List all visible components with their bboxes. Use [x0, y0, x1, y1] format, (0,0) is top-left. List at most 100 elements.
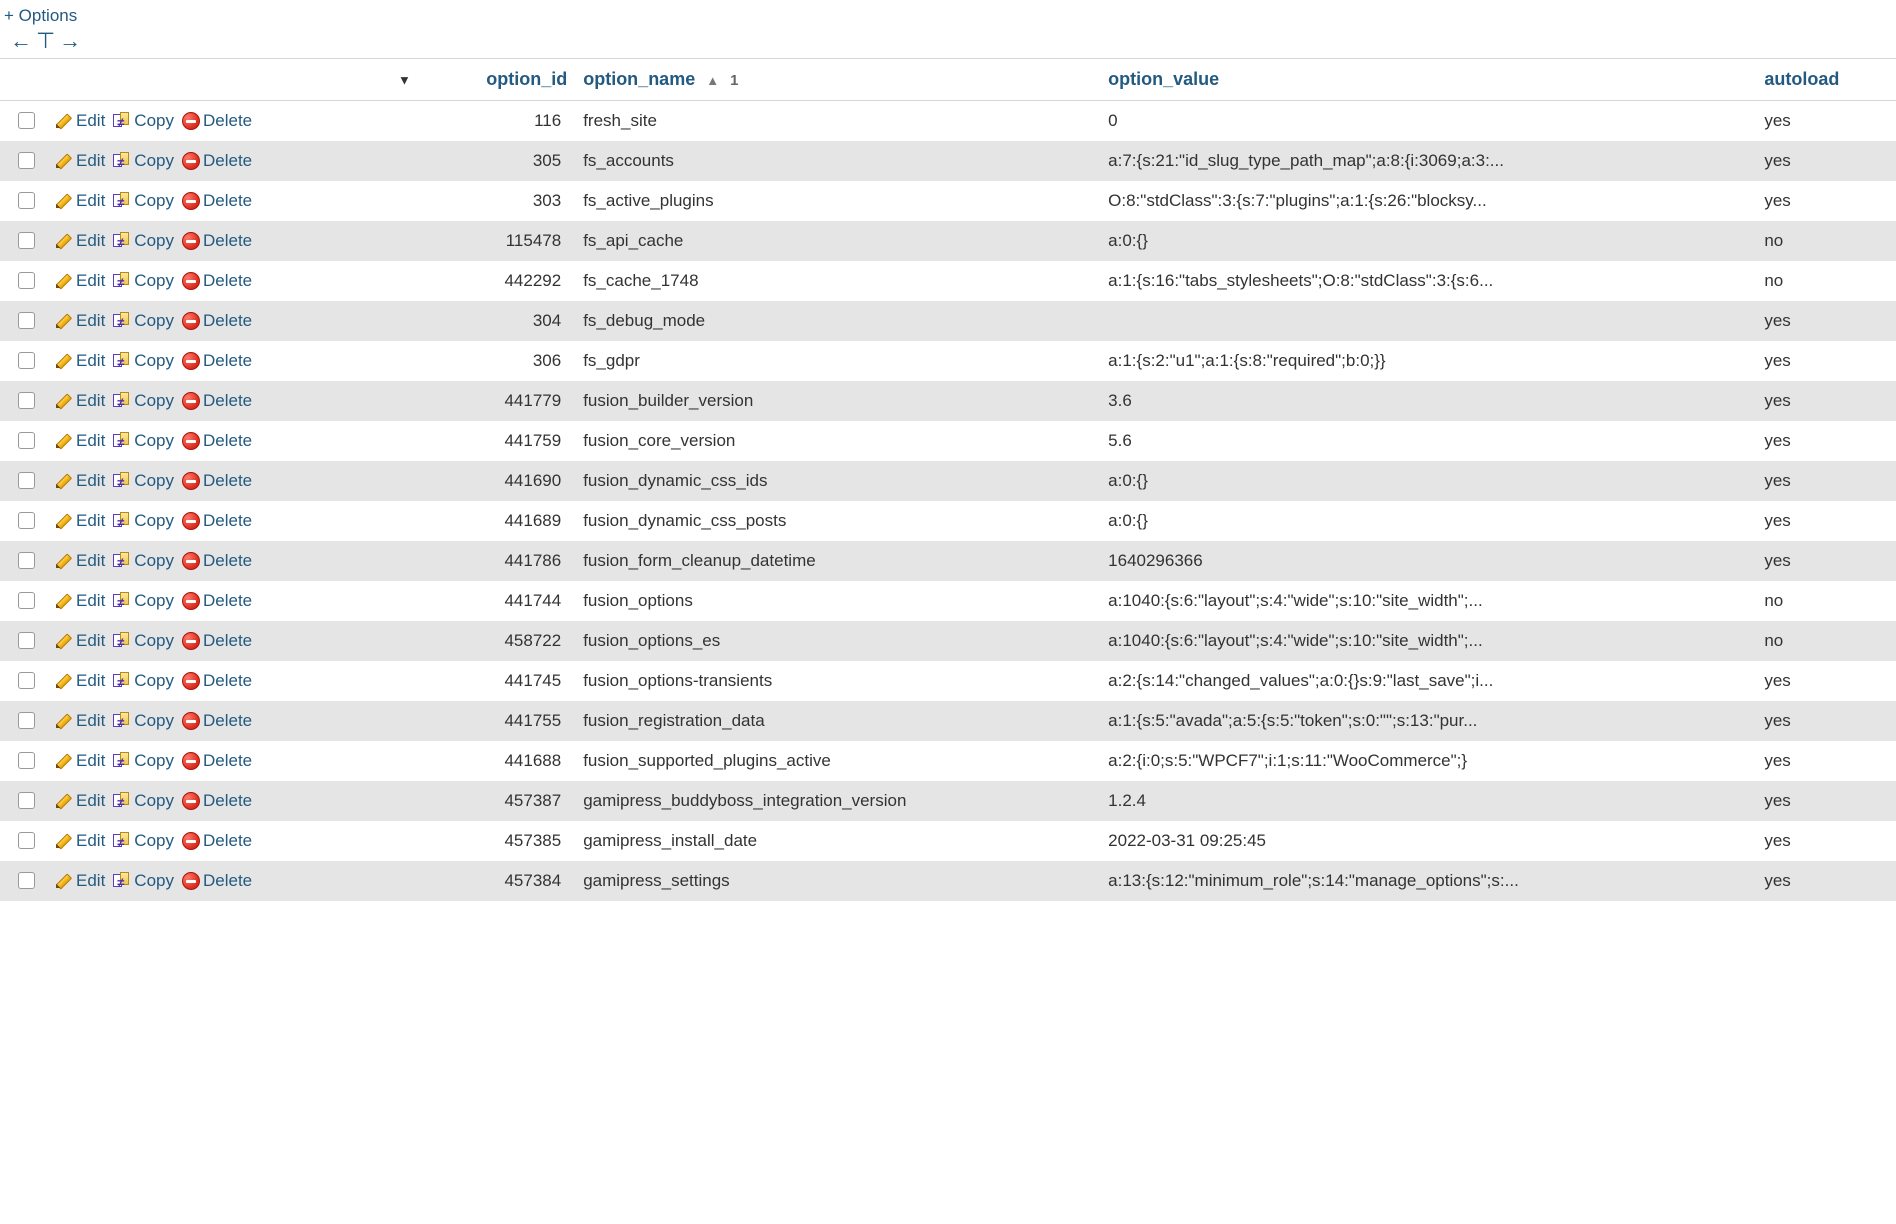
nav-arrow-top-icon[interactable]: ⊤ — [36, 30, 55, 52]
copy-action[interactable]: ≠Copy — [113, 271, 174, 291]
options-toggle[interactable]: + Options — [0, 4, 1896, 28]
cell-option-name: fresh_site — [575, 101, 1100, 141]
row-checkbox[interactable] — [18, 552, 35, 569]
delete-action[interactable]: Delete — [182, 391, 252, 411]
copy-action[interactable]: ≠Copy — [113, 151, 174, 171]
edit-action[interactable]: Edit — [55, 311, 105, 331]
row-checkbox[interactable] — [18, 832, 35, 849]
delete-action[interactable]: Delete — [182, 631, 252, 651]
edit-action[interactable]: Edit — [55, 151, 105, 171]
delete-action[interactable]: Delete — [182, 871, 252, 891]
row-checkbox[interactable] — [18, 712, 35, 729]
table-row: Edit≠CopyDelete441688fusion_supported_pl… — [0, 741, 1896, 781]
copy-action[interactable]: ≠Copy — [113, 631, 174, 651]
row-checkbox[interactable] — [18, 272, 35, 289]
edit-action[interactable]: Edit — [55, 191, 105, 211]
row-checkbox[interactable] — [18, 392, 35, 409]
row-checkbox[interactable] — [18, 792, 35, 809]
row-actions-cell: Edit ≠Copy Delete — [0, 661, 419, 701]
delete-action[interactable]: Delete — [182, 831, 252, 851]
edit-action[interactable]: Edit — [55, 471, 105, 491]
edit-action[interactable]: Edit — [55, 391, 105, 411]
delete-action[interactable]: Delete — [182, 231, 252, 251]
copy-label: Copy — [134, 311, 174, 331]
copy-action[interactable]: ≠Copy — [113, 351, 174, 371]
col-option-name-header[interactable]: option_name ▲ 1 — [575, 59, 1100, 101]
edit-action[interactable]: Edit — [55, 831, 105, 851]
delete-action[interactable]: Delete — [182, 191, 252, 211]
edit-action[interactable]: Edit — [55, 791, 105, 811]
copy-action[interactable]: ≠Copy — [113, 711, 174, 731]
copy-action[interactable]: ≠Copy — [113, 871, 174, 891]
row-checkbox[interactable] — [18, 352, 35, 369]
row-checkbox[interactable] — [18, 872, 35, 889]
copy-label: Copy — [134, 831, 174, 851]
nav-arrow-right-icon[interactable]: → — [59, 30, 81, 52]
edit-action[interactable]: Edit — [55, 631, 105, 651]
edit-action[interactable]: Edit — [55, 711, 105, 731]
copy-action[interactable]: ≠Copy — [113, 111, 174, 131]
delete-label: Delete — [203, 751, 252, 771]
row-checkbox[interactable] — [18, 632, 35, 649]
copy-action[interactable]: ≠Copy — [113, 591, 174, 611]
delete-action[interactable]: Delete — [182, 511, 252, 531]
delete-action[interactable]: Delete — [182, 671, 252, 691]
copy-action[interactable]: ≠Copy — [113, 791, 174, 811]
delete-action[interactable]: Delete — [182, 351, 252, 371]
cell-option-name: fusion_dynamic_css_ids — [575, 461, 1100, 501]
copy-action[interactable]: ≠Copy — [113, 831, 174, 851]
copy-action[interactable]: ≠Copy — [113, 191, 174, 211]
edit-action[interactable]: Edit — [55, 431, 105, 451]
row-checkbox[interactable] — [18, 152, 35, 169]
edit-action[interactable]: Edit — [55, 231, 105, 251]
delete-action[interactable]: Delete — [182, 591, 252, 611]
actions-dropdown-icon[interactable]: ▼ — [398, 72, 411, 87]
copy-action[interactable]: ≠Copy — [113, 391, 174, 411]
nav-arrow-left-icon[interactable]: ← — [10, 30, 32, 52]
copy-action[interactable]: ≠Copy — [113, 551, 174, 571]
delete-action[interactable]: Delete — [182, 311, 252, 331]
row-checkbox[interactable] — [18, 512, 35, 529]
copy-label: Copy — [134, 871, 174, 891]
edit-action[interactable]: Edit — [55, 591, 105, 611]
row-checkbox[interactable] — [18, 752, 35, 769]
delete-action[interactable]: Delete — [182, 791, 252, 811]
edit-action[interactable]: Edit — [55, 511, 105, 531]
row-checkbox[interactable] — [18, 312, 35, 329]
row-checkbox[interactable] — [18, 592, 35, 609]
edit-action[interactable]: Edit — [55, 351, 105, 371]
delete-action[interactable]: Delete — [182, 151, 252, 171]
edit-action[interactable]: Edit — [55, 671, 105, 691]
copy-action[interactable]: ≠Copy — [113, 231, 174, 251]
copy-action[interactable]: ≠Copy — [113, 511, 174, 531]
delete-action[interactable]: Delete — [182, 471, 252, 491]
row-checkbox[interactable] — [18, 112, 35, 129]
cell-option-value: O:8:"stdClass":3:{s:7:"plugins";a:1:{s:2… — [1100, 181, 1756, 221]
edit-action[interactable]: Edit — [55, 871, 105, 891]
col-option-value-header[interactable]: option_value — [1100, 59, 1756, 101]
delete-action[interactable]: Delete — [182, 271, 252, 291]
copy-action[interactable]: ≠Copy — [113, 671, 174, 691]
edit-action[interactable]: Edit — [55, 111, 105, 131]
col-option-id-header[interactable]: option_id — [419, 59, 575, 101]
copy-action[interactable]: ≠Copy — [113, 751, 174, 771]
delete-action[interactable]: Delete — [182, 751, 252, 771]
edit-action[interactable]: Edit — [55, 551, 105, 571]
pencil-icon — [55, 872, 73, 890]
delete-action[interactable]: Delete — [182, 551, 252, 571]
edit-action[interactable]: Edit — [55, 271, 105, 291]
row-checkbox[interactable] — [18, 472, 35, 489]
row-checkbox[interactable] — [18, 672, 35, 689]
row-checkbox[interactable] — [18, 192, 35, 209]
delete-action[interactable]: Delete — [182, 711, 252, 731]
copy-action[interactable]: ≠Copy — [113, 471, 174, 491]
copy-action[interactable]: ≠Copy — [113, 431, 174, 451]
delete-action[interactable]: Delete — [182, 111, 252, 131]
copy-action[interactable]: ≠Copy — [113, 311, 174, 331]
row-checkbox[interactable] — [18, 232, 35, 249]
col-autoload-header[interactable]: autoload — [1756, 59, 1896, 101]
row-checkbox[interactable] — [18, 432, 35, 449]
col-actions-header[interactable]: ▼ — [0, 59, 419, 101]
delete-action[interactable]: Delete — [182, 431, 252, 451]
edit-action[interactable]: Edit — [55, 751, 105, 771]
